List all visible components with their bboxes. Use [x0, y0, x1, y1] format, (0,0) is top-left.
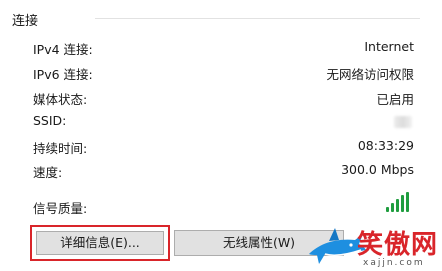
connection-section-title: 连接 [12, 14, 39, 29]
signal-strength-icon [386, 192, 412, 212]
ipv6-row: IPv6 连接: 无网络访问权限 [33, 64, 414, 82]
watermark: 笑傲网 xajjn.com [305, 222, 442, 271]
ipv4-row: IPv4 连接: Internet [33, 39, 414, 57]
section-divider [95, 18, 420, 19]
watermark-subtext: xajjn.com [363, 258, 425, 268]
media-state-value: 已启用 [376, 92, 414, 107]
speed-label: 速度: [33, 165, 63, 180]
speed-value: 300.0 Mbps [341, 162, 414, 177]
duration-row: 持续时间: 08:33:29 [33, 138, 414, 156]
details-button[interactable]: 详细信息(E)... [36, 231, 164, 255]
signal-quality-label: 信号质量: [33, 201, 88, 216]
speed-row: 速度: 300.0 Mbps [33, 162, 414, 180]
ipv6-value: 无网络访问权限 [326, 67, 414, 82]
ipv4-label: IPv4 连接: [33, 42, 93, 57]
duration-value: 08:33:29 [357, 138, 414, 153]
ipv6-label: IPv6 连接: [33, 67, 93, 82]
watermark-text: 笑傲网 [357, 230, 439, 260]
duration-label: 持续时间: [33, 141, 88, 156]
ipv4-value: Internet [364, 39, 414, 54]
ssid-row: SSID: [33, 113, 414, 131]
media-state-row: 媒体状态: 已启用 [33, 89, 414, 107]
ssid-value-redacted [394, 116, 412, 128]
signal-quality-row: 信号质量: [33, 192, 414, 216]
ssid-label: SSID: [33, 113, 67, 128]
media-state-label: 媒体状态: [33, 92, 88, 107]
